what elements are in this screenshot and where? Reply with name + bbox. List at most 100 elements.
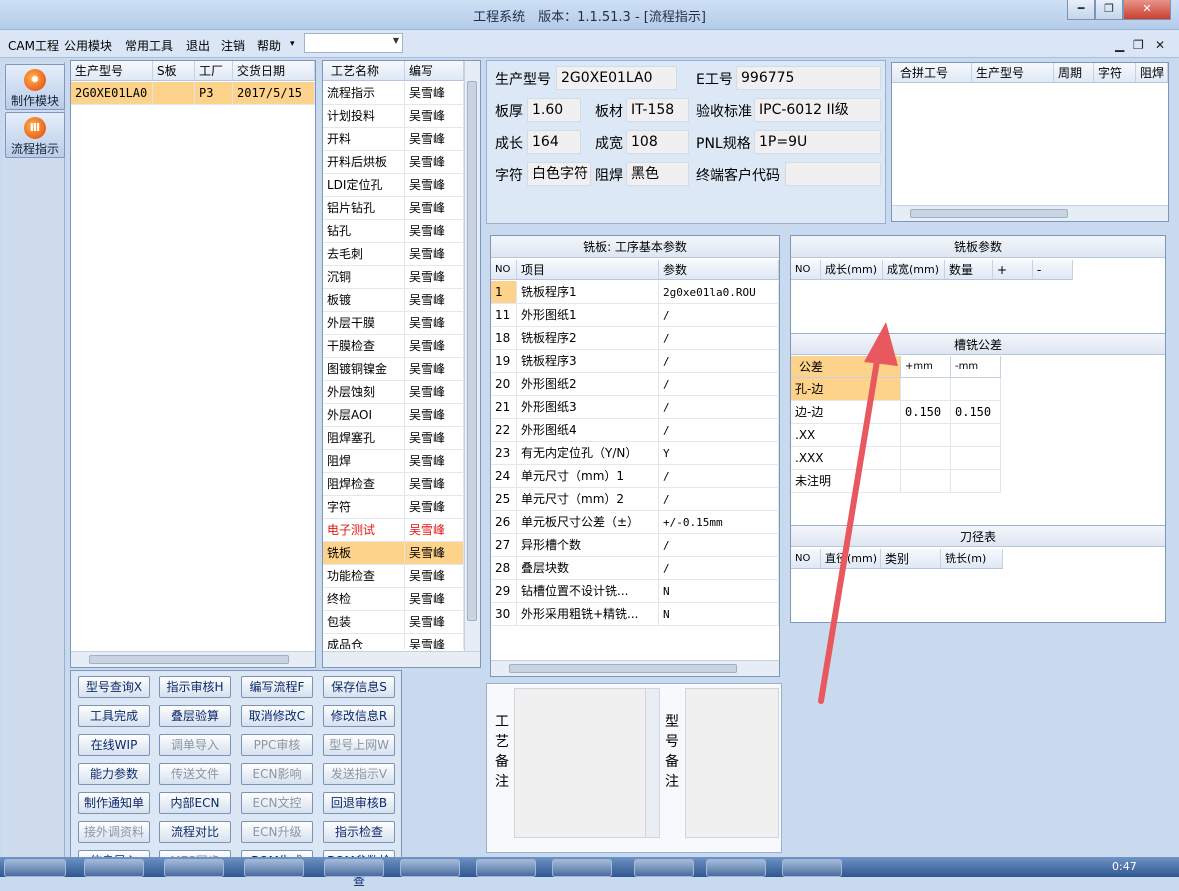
list-item[interactable]: 阻焊检查 吴雪峰 — [323, 473, 464, 496]
table-row[interactable]: 19 铣板程序3/ — [491, 350, 779, 373]
taskbar-item[interactable] — [4, 859, 66, 877]
table-row[interactable]: 18 铣板程序2/ — [491, 327, 779, 350]
mask-field[interactable]: 黑色 — [626, 162, 689, 186]
action-button[interactable]: 编写流程F — [241, 676, 313, 698]
col-mill-qty[interactable]: 数量 — [945, 260, 993, 279]
list-item[interactable]: 去毛刺 吴雪峰 — [323, 243, 464, 266]
list-item[interactable]: 终检 吴雪峰 — [323, 588, 464, 611]
list-item[interactable]: 钻孔 吴雪峰 — [323, 220, 464, 243]
action-button[interactable]: 保存信息S — [323, 676, 395, 698]
list-item[interactable]: 计划投料 吴雪峰 — [323, 105, 464, 128]
action-button[interactable]: 内部ECN — [159, 792, 231, 814]
col-mill-minus[interactable]: - — [1033, 260, 1073, 279]
col-author[interactable]: 编写 — [405, 61, 464, 80]
list-item[interactable]: 外层AOI 吴雪峰 — [323, 404, 464, 427]
action-button[interactable]: 叠层验算 — [159, 705, 231, 727]
menu-help[interactable]: 帮助 — [257, 37, 281, 54]
action-button[interactable]: 在线WIP — [78, 734, 150, 756]
action-button[interactable]: 发送指示V — [323, 763, 395, 785]
material-field[interactable]: IT-158 — [626, 98, 689, 122]
col-param[interactable]: 参数 — [659, 260, 779, 279]
mdi-close-button[interactable]: ✕ — [1155, 38, 1165, 52]
eno-field[interactable]: 996775 — [736, 66, 881, 90]
list-item[interactable]: 外层干膜 吴雪峰 — [323, 312, 464, 335]
chevron-down-icon[interactable]: ▾ — [290, 39, 295, 49]
scroll-thumb[interactable] — [509, 664, 737, 673]
list-item[interactable]: 图镀铜镍金 吴雪峰 — [323, 358, 464, 381]
list-item[interactable]: 铣板 吴雪峰 — [323, 542, 464, 565]
list-item[interactable]: 包装 吴雪峰 — [323, 611, 464, 634]
taskbar-item[interactable] — [400, 859, 460, 877]
action-button[interactable]: 取消修改C — [241, 705, 313, 727]
list-item[interactable]: 流程指示 吴雪峰 — [323, 82, 464, 105]
table-row[interactable]: 24 单元尺寸（mm）1/ — [491, 465, 779, 488]
taskbar-item[interactable] — [634, 859, 694, 877]
col-tool-len[interactable]: 铣长(m) — [941, 549, 1003, 568]
menu-combo[interactable]: ▼ — [304, 33, 403, 53]
col-mill-wid[interactable]: 成宽(mm) — [883, 260, 945, 279]
col-minus-mm[interactable]: -mm — [951, 356, 1001, 378]
col-model[interactable]: 生产型号 — [71, 61, 153, 80]
process-hscrollbar[interactable] — [323, 651, 480, 667]
table-row[interactable]: 22 外形图纸4/ — [491, 419, 779, 442]
list-item[interactable]: 干膜检查 吴雪峰 — [323, 335, 464, 358]
model-field[interactable]: 2G0XE01LA0 — [556, 66, 677, 90]
sidebar-item-flow-guide[interactable]: Ⅲ 流程指示 — [5, 112, 65, 158]
process-remark-scrollbar[interactable] — [645, 689, 659, 837]
list-item[interactable]: 字符 吴雪峰 — [323, 496, 464, 519]
action-button[interactable]: 接外调资料 — [78, 821, 150, 843]
menu-common-tools[interactable]: 常用工具 — [125, 37, 173, 54]
table-row[interactable]: 21 外形图纸3/ — [491, 396, 779, 419]
taskbar-item[interactable] — [164, 859, 224, 877]
taskbar-item[interactable] — [324, 859, 384, 877]
action-button[interactable]: 能力参数 — [78, 763, 150, 785]
list-item[interactable]: 阻焊塞孔 吴雪峰 — [323, 427, 464, 450]
char-field[interactable]: 白色字符 — [527, 162, 591, 186]
action-button[interactable]: 调单导入 — [159, 734, 231, 756]
menu-cam[interactable]: CAM工程 — [8, 37, 59, 54]
action-button[interactable]: 回退审核B — [323, 792, 395, 814]
process-remark-field[interactable] — [514, 688, 660, 838]
col-date[interactable]: 交货日期 — [233, 61, 315, 80]
table-row[interactable]: 28 叠层块数 / — [491, 557, 779, 580]
list-item[interactable]: 开料后烘板 吴雪峰 — [323, 151, 464, 174]
mdi-minimize-button[interactable]: ▁ — [1115, 38, 1124, 52]
table-row[interactable]: 29 钻槽位置不设计铣... N — [491, 580, 779, 603]
action-button[interactable]: 型号上网W — [323, 734, 395, 756]
model-remark-field[interactable] — [685, 688, 779, 838]
taskbar-item[interactable] — [476, 859, 536, 877]
cust-field[interactable] — [785, 162, 881, 186]
list-item[interactable]: 板镀 吴雪峰 — [323, 289, 464, 312]
params-hscrollbar[interactable] — [491, 660, 779, 676]
action-button[interactable]: ECN文控 — [241, 792, 313, 814]
scroll-thumb[interactable] — [467, 81, 477, 621]
col-merge-cycle[interactable]: 周期 — [1054, 63, 1094, 82]
action-button[interactable]: 指示检查 — [323, 821, 395, 843]
close-button[interactable]: ✕ — [1123, 0, 1171, 20]
menu-exit[interactable]: 退出 — [186, 37, 210, 54]
list-item[interactable]: 开料 吴雪峰 — [323, 128, 464, 151]
restore-button[interactable]: ❐ — [1095, 0, 1123, 20]
col-item[interactable]: 项目 — [517, 260, 659, 279]
taskbar-item[interactable] — [552, 859, 612, 877]
table-row[interactable]: 1 铣板程序1 2g0xe01la0.ROU — [491, 281, 779, 304]
col-mill-plus[interactable]: + — [993, 260, 1033, 279]
action-button[interactable]: 制作通知单 — [78, 792, 150, 814]
pnl-field[interactable]: 1P=9U — [754, 130, 881, 154]
col-merge-mask[interactable]: 阻焊 — [1136, 63, 1168, 82]
table-row[interactable]: 26 单元板尺寸公差（±） +/-0.15mm — [491, 511, 779, 534]
action-button[interactable]: 修改信息R — [323, 705, 395, 727]
action-button[interactable]: ECN影响 — [241, 763, 313, 785]
orders-hscrollbar[interactable] — [71, 651, 315, 667]
std-field[interactable]: IPC-6012 II级 — [754, 98, 881, 122]
table-row[interactable]: 2G0XE01LA0 P3 2017/5/15 — [71, 82, 315, 105]
scroll-thumb[interactable] — [910, 209, 1068, 218]
action-button[interactable]: 流程对比 — [159, 821, 231, 843]
wid-field[interactable]: 108 — [626, 130, 689, 154]
list-item[interactable]: 功能检查 吴雪峰 — [323, 565, 464, 588]
table-row[interactable]: 20 外形图纸2/ — [491, 373, 779, 396]
process-vscrollbar[interactable] — [464, 61, 480, 651]
action-button[interactable]: 传送文件 — [159, 763, 231, 785]
table-row[interactable]: 23 有无内定位孔（Y/N） Y — [491, 442, 779, 465]
taskbar-item[interactable] — [706, 859, 766, 877]
